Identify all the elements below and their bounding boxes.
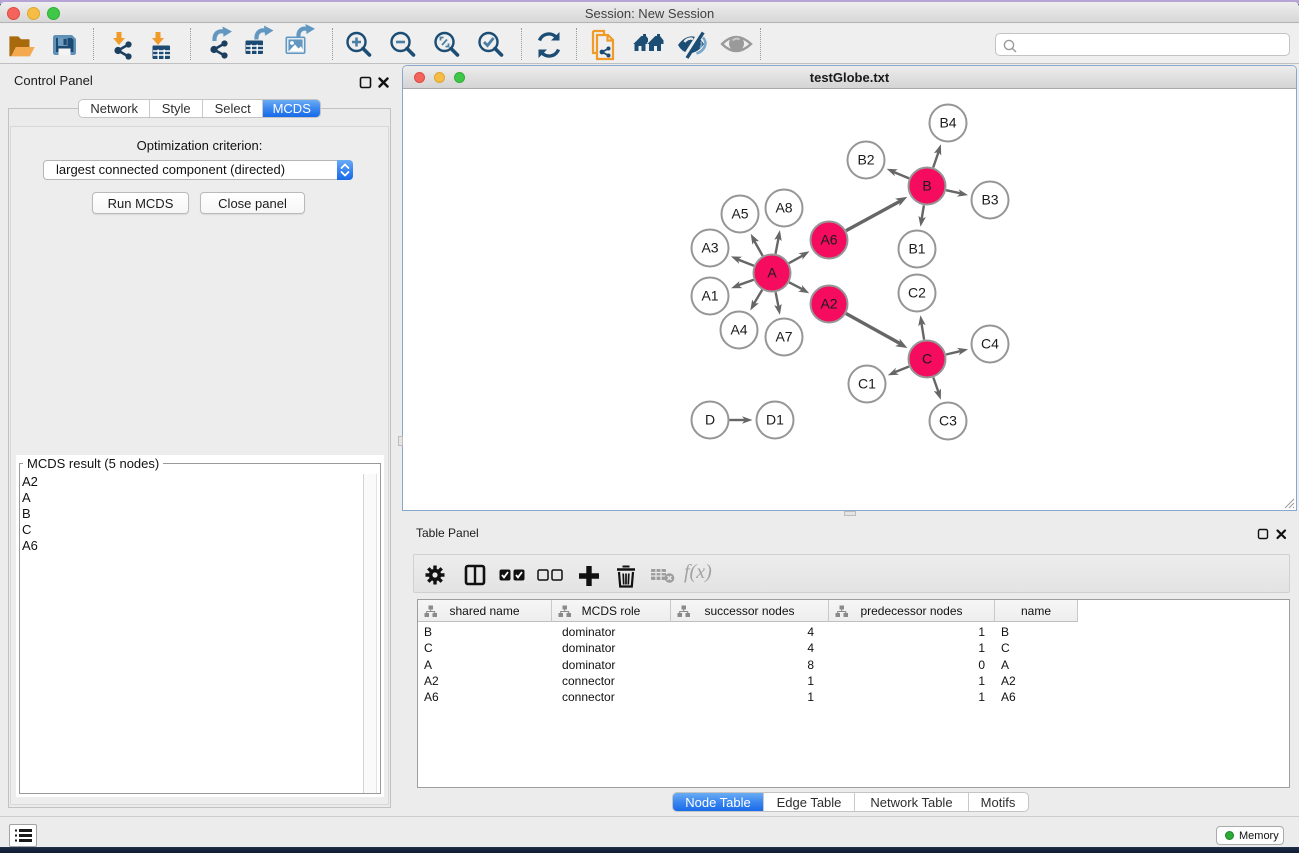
- svg-text:C3: C3: [939, 413, 957, 429]
- svg-text:A3: A3: [701, 240, 718, 256]
- svg-text:C2: C2: [908, 285, 926, 301]
- svg-text:C1: C1: [858, 376, 876, 392]
- svg-text:C4: C4: [981, 336, 999, 352]
- svg-text:B3: B3: [981, 192, 998, 208]
- svg-text:D1: D1: [766, 412, 784, 428]
- svg-text:A4: A4: [730, 322, 747, 338]
- svg-text:A8: A8: [775, 200, 792, 216]
- svg-text:B: B: [922, 178, 931, 194]
- svg-text:A7: A7: [775, 329, 792, 345]
- svg-text:B2: B2: [857, 152, 874, 168]
- svg-text:A2: A2: [820, 296, 837, 312]
- svg-text:A: A: [767, 265, 777, 281]
- svg-text:A6: A6: [820, 232, 837, 248]
- svg-text:A5: A5: [731, 206, 748, 222]
- svg-text:C: C: [922, 351, 932, 367]
- svg-text:D: D: [705, 412, 715, 428]
- svg-text:A1: A1: [701, 288, 718, 304]
- svg-text:B4: B4: [939, 115, 956, 131]
- svg-text:B1: B1: [908, 241, 925, 257]
